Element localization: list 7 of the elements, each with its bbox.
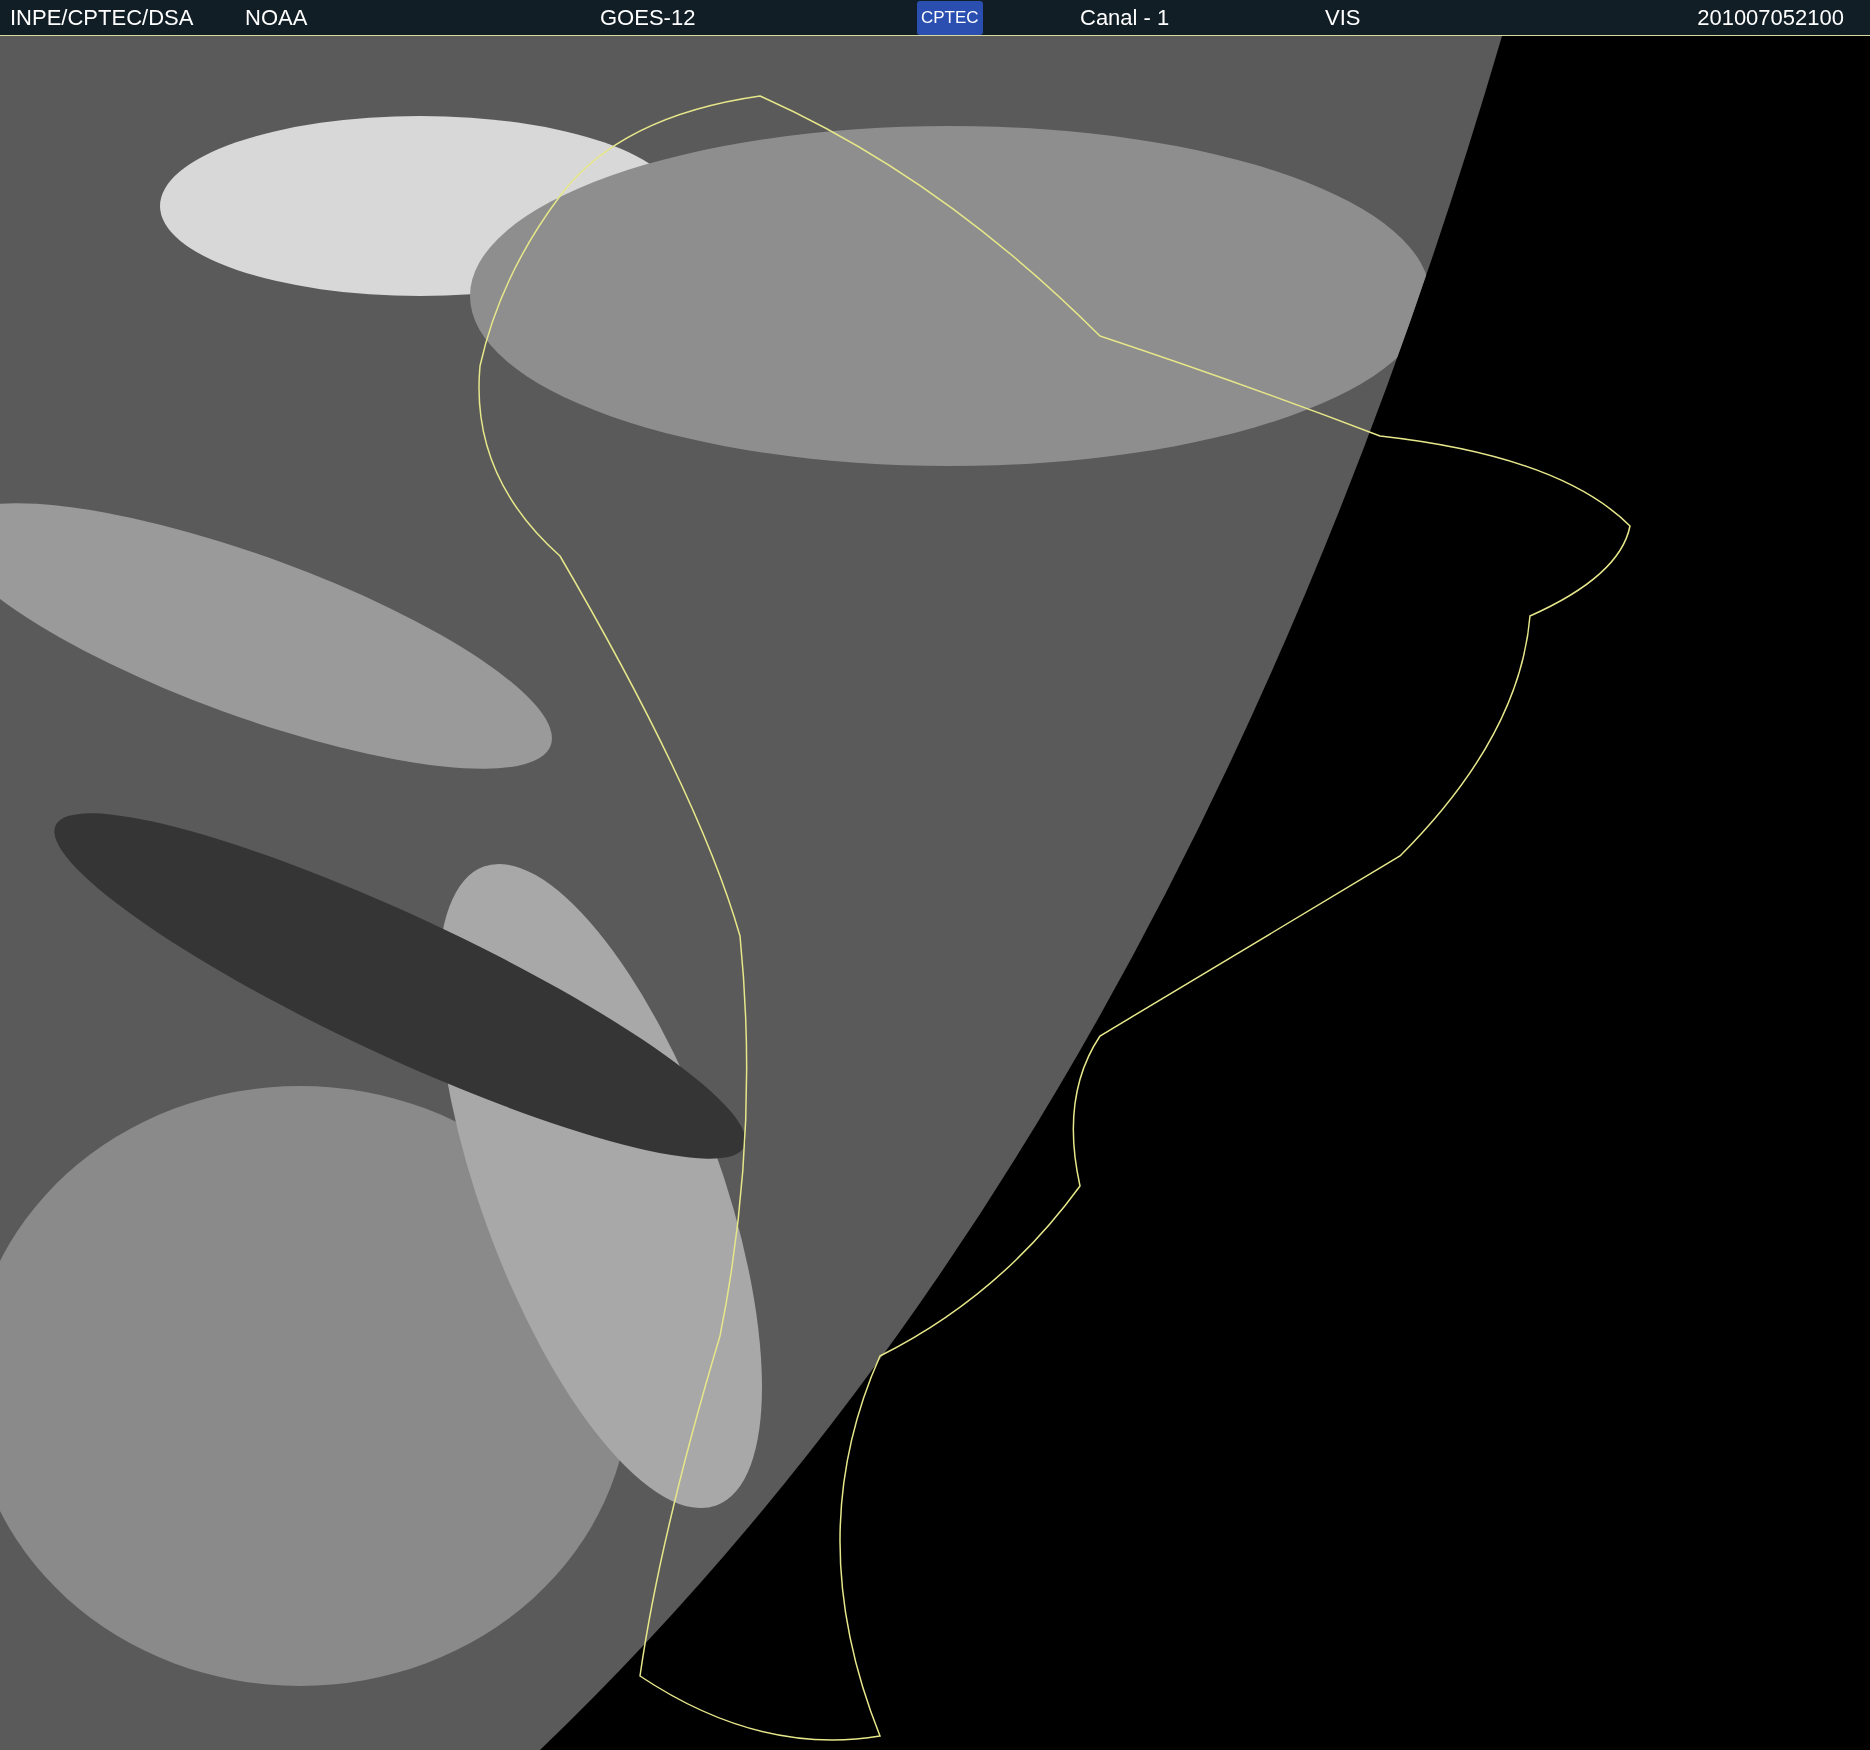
band-label: VIS — [1325, 4, 1362, 31]
logo: CPTEC — [917, 0, 983, 35]
timestamp-label: 201007052100 — [1697, 4, 1844, 31]
source-label: INPE/CPTEC/DSA — [10, 4, 195, 31]
agency-label: NOAA — [245, 4, 309, 31]
channel-label: Canal - 1 — [1080, 4, 1171, 31]
satellite-label: GOES-12 — [600, 4, 697, 31]
